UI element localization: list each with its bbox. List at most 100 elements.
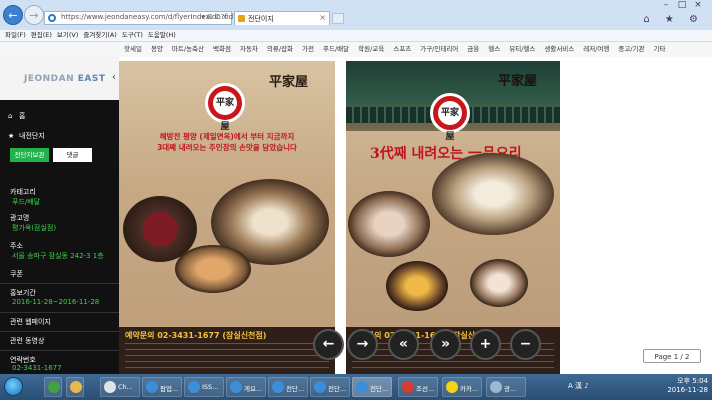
category-link[interactable]: 가구/인테리어 [420,42,458,57]
back-button[interactable]: ← [3,5,23,25]
taskbar-pin-explorer[interactable] [44,377,62,397]
site-logo[interactable]: JEONDAN EAST [24,74,106,84]
category-link[interactable]: 마트/농축산 [172,42,204,57]
window-controls: – □ × [658,0,706,12]
category-link[interactable]: 가전 [302,42,314,57]
promo-line-1: 해방전 평양 (제일면옥)에서 부터 지금까지 [159,132,295,141]
menu-favorites[interactable]: 즐겨찾기(A) [83,30,116,41]
category-link[interactable]: 푸드/배달 [323,42,349,57]
first-page-button[interactable]: « [390,331,417,358]
category-link[interactable]: 자동차 [240,42,258,57]
taskbar-item[interactable]: 광... [486,377,526,397]
collapse-sidebar-icon[interactable]: ‹ [112,72,116,83]
flyer-brand-text: 平家屋 [269,75,309,90]
menu-view[interactable]: 보기(V) [57,30,78,41]
zoom-out-button[interactable]: − [512,331,539,358]
kakaotalk-icon [446,381,458,393]
category-link[interactable]: 헬스 [488,42,500,57]
browser-toolbar-icons[interactable]: ⌂ ★ ⚙ [643,14,704,25]
taskbar-item[interactable]: 전단... [310,377,350,397]
taskbar-item[interactable]: 팝업... [142,377,182,397]
address-bar[interactable]: https://www.jeondaneasy.com/d/flyerIndex… [44,11,239,25]
comment-button[interactable]: 댓글 [53,148,92,162]
taskbar-item-label: 전단... [370,385,389,393]
menu-help[interactable]: 도움말(H) [148,30,176,41]
homepage-label[interactable]: 관련 웹페이지 [10,317,51,327]
address-label: 주소 [10,242,23,250]
zoom-in-button[interactable]: + [472,331,499,358]
forward-button[interactable]: → [24,5,44,25]
maximize-button[interactable]: □ [674,0,690,12]
divider [0,331,119,332]
sidebar-item-home[interactable]: ⌂ 홈 [8,111,25,121]
sidebar-item-my-flyers[interactable]: ★ 내전단지 [8,131,45,141]
category-nav: 핫세일 봉양 마트/농축산 백화점 자동차 의류/잡화 가전 푸드/배달 학원/교육 스포츠 가구/… [0,42,712,58]
taskbar-item-active[interactable]: 전단... [352,377,392,397]
category-link[interactable]: 백화점 [213,42,231,57]
flyer-brand-text: 平家屋 [498,74,538,89]
next-page-button[interactable]: → [349,331,376,358]
category-link[interactable]: 의류/잡화 [267,42,293,57]
folder-icon [70,381,82,393]
close-tab-icon[interactable]: × [319,13,326,22]
flyer-page-right[interactable]: 平家屋 平家屋 3代째 내려오는 一品요리 예약문의 02-3431-1677 … [346,61,560,374]
taskbar-item[interactable]: ISS... [184,377,224,397]
ie-icon [272,381,284,393]
advertiser-value: 평가옥(잠실점) [12,224,57,232]
video-label[interactable]: 관련 동영상 [10,336,44,346]
minimize-button[interactable]: – [658,0,674,12]
category-link[interactable]: 중고/기관 [618,42,644,57]
menu-edit[interactable]: 편집(E) [31,30,52,41]
restaurant-emblem-icon: 平家屋 [430,93,470,142]
last-page-button[interactable]: » [432,331,459,358]
food-image-seafood [348,191,430,257]
advertiser-label: 광고명 [10,214,30,222]
new-tab-button[interactable] [332,13,344,24]
taskbar: Ch... 팝업... ISS... 게요... 전단... 전단... 전단.… [0,374,712,400]
menu-file[interactable]: 파일(F) [5,30,26,41]
clock-date: 2016-11-28 [667,386,708,394]
menu-tools[interactable]: 도구(T) [122,30,143,41]
category-link[interactable]: 스포츠 [393,42,411,57]
start-button[interactable] [4,377,23,396]
flyer-page-left[interactable]: 平家屋 平家屋 해방전 평양 (제일면옥)에서 부터 지금까지 3대째 내려오는… [119,61,335,374]
ie-icon [188,381,200,393]
prev-page-button[interactable]: ← [315,331,342,358]
category-link[interactable]: 봉양 [151,42,163,57]
home-icon: ⌂ [8,112,13,120]
category-link[interactable]: 생활서비스 [544,42,574,57]
close-window-button[interactable]: × [690,0,706,12]
ime-indicator[interactable]: A 漢 ♪ [568,381,589,391]
taskbar-item[interactable]: 카카... [442,377,482,397]
address-controls[interactable]: ▾ ⊠ C × [201,13,228,21]
emblem-text: 平家屋 [213,91,237,132]
ie-icon [48,14,56,22]
address-value: 서울 송파구 잠실동 242-3 1층 [12,252,104,260]
system-clock[interactable]: 오후 5:04 2016-11-28 [667,377,708,395]
category-link[interactable]: 금융 [467,42,479,57]
ie-icon [230,381,242,393]
category-link[interactable]: 뷰티/헬스 [509,42,535,57]
category-link[interactable]: 학원/교육 [358,42,384,57]
flyer-phone: 예약문의 02-3431-1677 (잠실신천점) [125,331,267,340]
taskbar-item[interactable]: Ch... [100,377,140,397]
category-link[interactable]: 기타 [654,42,666,57]
category-link[interactable]: 핫세일 [124,42,142,57]
category-link[interactable]: 레저/여행 [583,42,609,57]
browser-tab[interactable]: 전단이지 × [234,11,330,25]
ie-icon [356,381,368,393]
taskbar-item-label: 광... [504,385,517,393]
taskbar-pin-folder[interactable] [66,377,84,397]
app-icon [490,381,502,393]
browser-title-bar: ← → https://www.jeondaneasy.com/d/flyerI… [0,0,712,30]
divider [0,283,119,284]
taskbar-item[interactable]: 전단... [268,377,308,397]
period-label: 홍보기간 [10,289,36,297]
save-flyer-button[interactable]: 전단지보관 [10,148,49,162]
taskbar-item[interactable]: 조선... [398,377,438,397]
logo-prefix: JEONDAN [24,74,78,84]
taskbar-item[interactable]: 게요... [226,377,266,397]
food-image-boiled-pork [470,259,528,307]
flyer-footer: 예약문의 02-3431-1677 (잠실신천점) [119,327,335,374]
food-image-pancake [175,245,251,293]
